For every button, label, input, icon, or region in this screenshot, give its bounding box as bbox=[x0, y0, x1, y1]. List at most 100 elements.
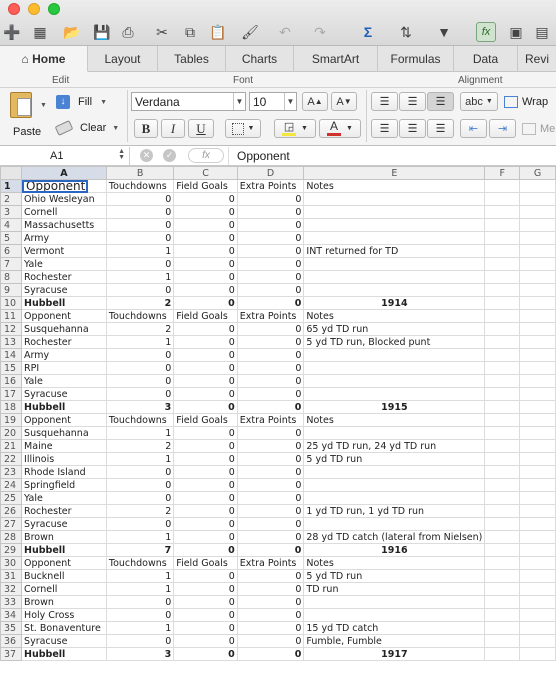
cell-b[interactable]: 1 bbox=[105, 270, 175, 284]
cell-d[interactable]: 0 bbox=[236, 634, 305, 648]
select-all-corner[interactable] bbox=[0, 166, 23, 180]
cell-empty[interactable] bbox=[519, 244, 556, 258]
cell-e[interactable]: 1915 bbox=[303, 400, 486, 414]
cell-a[interactable]: Cornell bbox=[21, 205, 107, 219]
cell-c[interactable]: 0 bbox=[173, 257, 238, 271]
cell-b[interactable]: 0 bbox=[105, 361, 175, 375]
cell-d[interactable]: 0 bbox=[236, 192, 305, 206]
row-header[interactable]: 12 bbox=[0, 322, 23, 336]
column-header-b[interactable]: B bbox=[105, 166, 175, 180]
cell-e[interactable] bbox=[303, 465, 486, 479]
cell-empty[interactable] bbox=[519, 257, 556, 271]
formula-builder-icon[interactable]: fx bbox=[476, 22, 496, 42]
undo-icon[interactable]: ↶ bbox=[275, 22, 295, 42]
cell-empty[interactable] bbox=[484, 647, 521, 661]
cell-a[interactable]: Hubbell bbox=[21, 296, 107, 310]
cell-d[interactable]: 0 bbox=[236, 257, 305, 271]
cell-d[interactable]: 0 bbox=[236, 504, 305, 518]
tab-data[interactable]: Data bbox=[454, 46, 518, 72]
cell-c[interactable]: 0 bbox=[173, 244, 238, 258]
cell-c[interactable]: 0 bbox=[173, 270, 238, 284]
cell-a[interactable]: Opponent bbox=[21, 556, 107, 570]
name-box[interactable]: A1 ▲ ▼ bbox=[0, 147, 130, 165]
cell-empty[interactable] bbox=[519, 348, 556, 362]
cell-b[interactable]: 1 bbox=[105, 621, 175, 635]
cell-a[interactable]: Syracuse bbox=[21, 634, 107, 648]
cell-a[interactable]: Illinois bbox=[21, 452, 107, 466]
tab-formulas[interactable]: Formulas bbox=[378, 46, 454, 72]
cell-d[interactable]: 0 bbox=[236, 439, 305, 453]
cell-d[interactable]: 0 bbox=[236, 400, 305, 414]
cell-c[interactable]: Field Goals bbox=[173, 413, 238, 427]
cell-d[interactable]: 0 bbox=[236, 244, 305, 258]
cell-b[interactable]: 0 bbox=[105, 595, 175, 609]
cell-b[interactable]: 1 bbox=[105, 569, 175, 583]
cell-empty[interactable] bbox=[519, 582, 556, 596]
cell-a[interactable]: Syracuse bbox=[21, 283, 107, 297]
cell-d[interactable]: Extra Points bbox=[236, 309, 305, 323]
cell-empty[interactable] bbox=[484, 621, 521, 635]
row-header[interactable]: 1 bbox=[0, 179, 23, 193]
cell-c[interactable]: 0 bbox=[173, 400, 238, 414]
row-header[interactable]: 24 bbox=[0, 478, 23, 492]
row-header[interactable]: 31 bbox=[0, 569, 23, 583]
cell-a[interactable]: Rhode Island bbox=[21, 465, 107, 479]
cell-b[interactable]: 0 bbox=[105, 608, 175, 622]
cell-d[interactable]: 0 bbox=[236, 452, 305, 466]
tab-review[interactable]: Revi bbox=[518, 46, 556, 72]
row-header[interactable]: 20 bbox=[0, 426, 23, 440]
cell-empty[interactable] bbox=[484, 595, 521, 609]
cell-c[interactable]: 0 bbox=[173, 647, 238, 661]
cell-d[interactable]: Extra Points bbox=[236, 413, 305, 427]
row-header[interactable]: 2 bbox=[0, 192, 23, 206]
cell-c[interactable]: Field Goals bbox=[173, 179, 238, 193]
cell-empty[interactable] bbox=[484, 491, 521, 505]
cell-empty[interactable] bbox=[519, 283, 556, 297]
cell-c[interactable]: 0 bbox=[173, 231, 238, 245]
cell-a[interactable]: Hubbell bbox=[21, 647, 107, 661]
cell-b[interactable]: 0 bbox=[105, 283, 175, 297]
cell-a[interactable]: Opponent bbox=[22, 180, 89, 193]
cell-e[interactable]: 28 yd TD catch (lateral from Nielsen) bbox=[303, 530, 486, 544]
cell-b[interactable]: Touchdowns bbox=[105, 309, 175, 323]
row-header[interactable]: 32 bbox=[0, 582, 23, 596]
cell-empty[interactable] bbox=[519, 478, 556, 492]
redo-icon[interactable]: ↷ bbox=[310, 22, 330, 42]
cell-b[interactable]: 0 bbox=[105, 387, 175, 401]
cell-empty[interactable] bbox=[484, 569, 521, 583]
cell-empty[interactable] bbox=[484, 361, 521, 375]
row-header[interactable]: 23 bbox=[0, 465, 23, 479]
cell-a[interactable]: Springfield bbox=[21, 478, 107, 492]
cell-e[interactable] bbox=[303, 387, 486, 401]
cell-d[interactable]: 0 bbox=[236, 335, 305, 349]
cell-c[interactable]: Field Goals bbox=[173, 556, 238, 570]
cell-d[interactable]: 0 bbox=[236, 296, 305, 310]
tab-charts[interactable]: Charts bbox=[226, 46, 294, 72]
clear-button[interactable]: Clear ▼ bbox=[54, 119, 122, 137]
cell-empty[interactable] bbox=[519, 192, 556, 206]
fill-color-button[interactable]: ◲ ▼ bbox=[274, 119, 316, 138]
tab-tables[interactable]: Tables bbox=[158, 46, 226, 72]
cell-a[interactable]: Yale bbox=[21, 491, 107, 505]
cell-c[interactable]: 0 bbox=[173, 504, 238, 518]
row-header[interactable]: 25 bbox=[0, 491, 23, 505]
cell-b[interactable]: 1 bbox=[105, 335, 175, 349]
autosum-icon[interactable]: Σ bbox=[358, 22, 378, 42]
cell-c[interactable]: Field Goals bbox=[173, 309, 238, 323]
cell-c[interactable]: 0 bbox=[173, 218, 238, 232]
toolbox-icon[interactable]: ▤ bbox=[532, 22, 552, 42]
cell-empty[interactable] bbox=[519, 413, 556, 427]
cell-b[interactable]: Touchdowns bbox=[105, 179, 175, 193]
cell-c[interactable]: 0 bbox=[173, 426, 238, 440]
cell-b[interactable]: 0 bbox=[105, 205, 175, 219]
cell-empty[interactable] bbox=[519, 309, 556, 323]
cell-b[interactable]: 2 bbox=[105, 439, 175, 453]
borders-button[interactable]: ▼ bbox=[225, 119, 261, 138]
cell-empty[interactable] bbox=[519, 569, 556, 583]
row-header[interactable]: 34 bbox=[0, 608, 23, 622]
cell-a[interactable]: Army bbox=[21, 231, 107, 245]
cell-c[interactable]: 0 bbox=[173, 205, 238, 219]
cancel-entry-icon[interactable]: ✕ bbox=[140, 149, 153, 162]
cell-empty[interactable] bbox=[484, 179, 521, 193]
cell-a[interactable]: Opponent bbox=[21, 309, 107, 323]
